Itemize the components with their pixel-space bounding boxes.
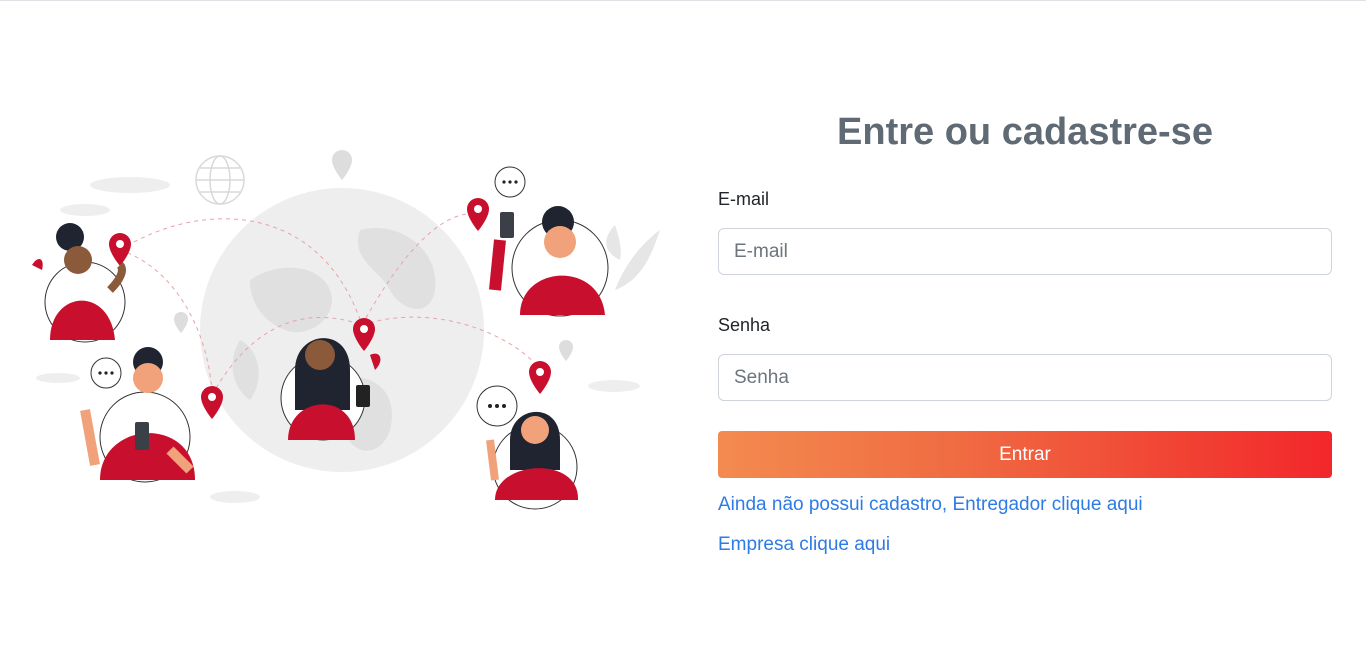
signup-courier-link[interactable]: Ainda não possui cadastro, Entregador cl… <box>718 491 1332 519</box>
email-input[interactable] <box>718 228 1332 275</box>
globe-icon <box>195 155 245 205</box>
login-button[interactable]: Entrar <box>718 431 1332 478</box>
login-form: Entre ou cadastre-se E-mail Senha Entrar… <box>718 100 1332 559</box>
hero-illustration <box>20 140 670 515</box>
email-label: E-mail <box>718 189 770 209</box>
signup-company-link[interactable]: Empresa clique aqui <box>718 531 1332 559</box>
password-label: Senha <box>718 315 771 335</box>
password-input[interactable] <box>718 354 1332 401</box>
leaf-icon <box>606 225 660 290</box>
top-border <box>0 0 1366 1</box>
page-title: Entre ou cadastre-se <box>837 111 1213 153</box>
